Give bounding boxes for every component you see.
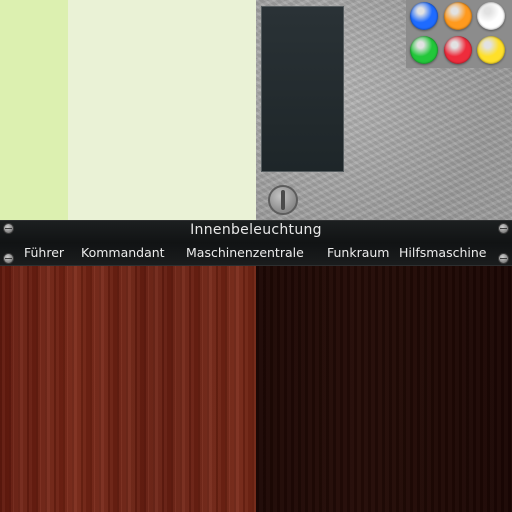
screw-icon	[3, 253, 14, 264]
display-screen	[261, 6, 344, 172]
label-hilfsmaschine: Hilfsmaschine	[399, 245, 487, 260]
label-fuehrer: Führer	[24, 245, 65, 260]
indicator-lamp-panel	[406, 0, 512, 68]
label-maschinenzentrale: Maschinenzentrale	[186, 245, 304, 260]
texture-atlas: Innenbeleuchtung Führer Kommandant Masch…	[0, 0, 512, 512]
strip-title: Innenbeleuchtung	[190, 222, 322, 238]
pale-swatch	[68, 0, 256, 220]
lamp-white[interactable]	[477, 2, 505, 30]
knob-slot	[281, 190, 285, 210]
label-funkraum: Funkraum	[327, 245, 390, 260]
dark-wood-panel	[256, 266, 512, 512]
lamp-green[interactable]	[410, 36, 438, 64]
lamp-blue[interactable]	[410, 2, 438, 30]
lamp-yellow[interactable]	[477, 36, 505, 64]
label-strip: Innenbeleuchtung Führer Kommandant Masch…	[0, 220, 512, 266]
screw-icon	[498, 253, 509, 264]
lamp-red[interactable]	[444, 36, 472, 64]
rotary-knob-icon[interactable]	[268, 185, 298, 215]
label-kommandant: Kommandant	[81, 245, 165, 260]
mahogany-wood-panel	[0, 266, 256, 512]
green-swatch	[0, 0, 68, 220]
lamp-orange[interactable]	[444, 2, 472, 30]
